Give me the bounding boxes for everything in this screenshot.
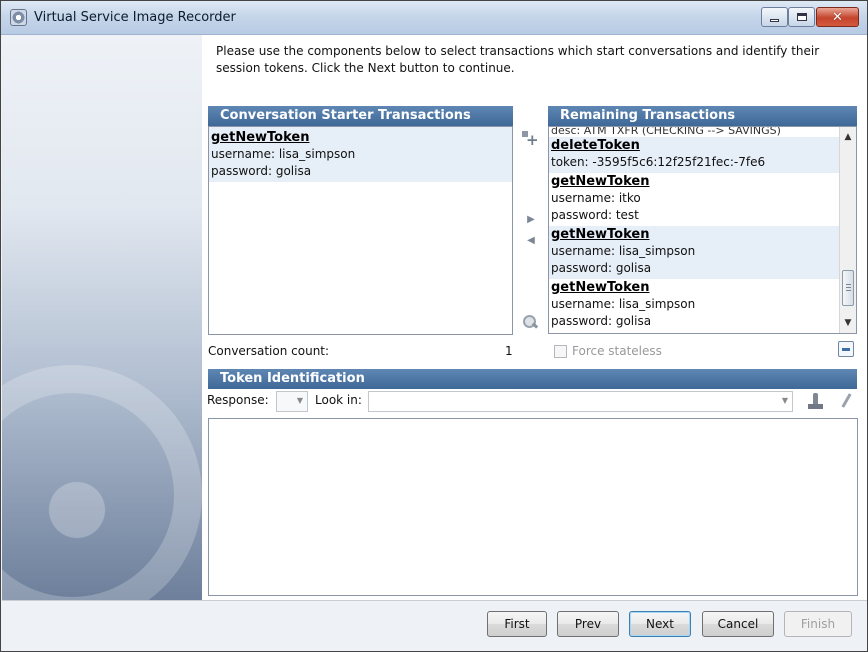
transaction-detail: username: itko: [551, 191, 641, 205]
transaction-detail: password: golisa: [551, 314, 652, 328]
partial-transaction-detail: desc: ATM TXFR (CHECKING --> SAVINGS): [551, 126, 781, 137]
grip-line: [846, 290, 851, 291]
stamp-icon[interactable]: [808, 393, 824, 410]
transaction-detail: password: golisa: [551, 261, 652, 275]
force-stateless-option[interactable]: Force stateless: [554, 344, 662, 358]
transaction-detail: password: golisa: [211, 164, 312, 178]
minimize-button[interactable]: [761, 7, 788, 27]
response-dropdown[interactable]: ▼: [276, 391, 308, 412]
title-bar[interactable]: Virtual Service Image Recorder ✕: [1, 1, 867, 35]
scroll-thumb[interactable]: [842, 270, 854, 306]
transaction-detail: password: test: [551, 208, 639, 222]
conversation-count-value: 1: [505, 344, 513, 358]
recorder-window: Virtual Service Image Recorder ✕ Please …: [0, 0, 868, 652]
close-icon: ✕: [832, 9, 843, 25]
magnifier-icon[interactable]: [522, 314, 538, 330]
pen-icon[interactable]: [838, 393, 854, 410]
swirl-graphic-inner: [12, 445, 142, 575]
transaction-detail: username: lisa_simpson: [551, 297, 696, 311]
transaction-name: getNewToken: [551, 280, 650, 295]
remaining-transactions-list[interactable]: desc: ATM TXFR (CHECKING --> SAVINGS) de…: [548, 126, 857, 334]
response-content-area[interactable]: [208, 418, 858, 596]
instructions-text: Please use the components below to selec…: [216, 44, 820, 75]
transaction-name: deleteToken: [551, 138, 640, 153]
first-button[interactable]: First: [487, 611, 547, 637]
arrow-left-icon[interactable]: ◀: [524, 234, 538, 248]
decorative-side-panel: [2, 35, 202, 600]
chevron-down-icon: ▼: [296, 396, 303, 405]
grip-line: [846, 284, 851, 285]
transaction-name: getNewToken: [211, 130, 310, 145]
grip-line: [846, 287, 851, 288]
response-label: Response:: [207, 393, 269, 407]
transaction-detail: token: -3595f5c6:12f25f21fec:-7fe6: [551, 155, 766, 169]
list-item[interactable]: getNewToken username: lisa_simpson passw…: [209, 127, 512, 182]
maximize-icon: [796, 13, 807, 21]
force-stateless-label: Force stateless: [572, 344, 662, 358]
list-item[interactable]: getNewToken username: lisa_simpson passw…: [549, 226, 856, 279]
transaction-name: getNewToken: [551, 227, 650, 242]
wizard-content: Please use the components below to selec…: [202, 35, 867, 600]
chevron-down-icon: ▼: [781, 396, 788, 405]
arrow-right-icon[interactable]: ▶: [524, 213, 538, 227]
look-in-dropdown[interactable]: ▼: [368, 391, 793, 412]
list-item[interactable]: getNewToken username: lisa_simpson passw…: [549, 279, 856, 332]
window-title: Virtual Service Image Recorder: [34, 10, 236, 25]
next-button[interactable]: Next: [629, 611, 691, 637]
conversation-count-label: Conversation count:: [208, 344, 330, 358]
remaining-transactions-header: Remaining Transactions: [548, 106, 857, 126]
prev-button[interactable]: Prev: [557, 611, 619, 637]
force-stateless-checkbox[interactable]: [554, 344, 567, 358]
starter-transactions-list[interactable]: getNewToken username: lisa_simpson passw…: [208, 126, 513, 335]
maximize-button[interactable]: [788, 7, 815, 27]
transaction-detail: username: lisa_simpson: [211, 147, 356, 161]
finish-button[interactable]: Finish: [784, 611, 852, 637]
token-identification-header: Token Identification: [208, 369, 857, 389]
list-item[interactable]: getNewToken username: itko password: tes…: [549, 173, 856, 226]
add-transaction-icon[interactable]: [522, 131, 539, 147]
recorder-icon: [10, 9, 27, 26]
starter-transactions-header: Conversation Starter Transactions: [208, 106, 513, 126]
export-icon[interactable]: [838, 341, 854, 357]
list-item[interactable]: deleteToken token: -3595f5c6:12f25f21fec…: [549, 137, 856, 173]
scroll-down-icon[interactable]: ▼: [840, 315, 856, 331]
transaction-name: getNewToken: [551, 174, 650, 189]
cancel-button[interactable]: Cancel: [702, 611, 774, 637]
look-in-label: Look in:: [315, 393, 362, 407]
remaining-list-scrollbar[interactable]: ▲ ▼: [839, 127, 856, 333]
scroll-up-icon[interactable]: ▲: [840, 129, 856, 145]
minimize-icon: [770, 18, 779, 22]
close-button[interactable]: ✕: [816, 7, 859, 27]
transaction-detail: username: lisa_simpson: [551, 244, 696, 258]
wizard-button-bar: First Prev Next Cancel Finish: [2, 600, 867, 651]
